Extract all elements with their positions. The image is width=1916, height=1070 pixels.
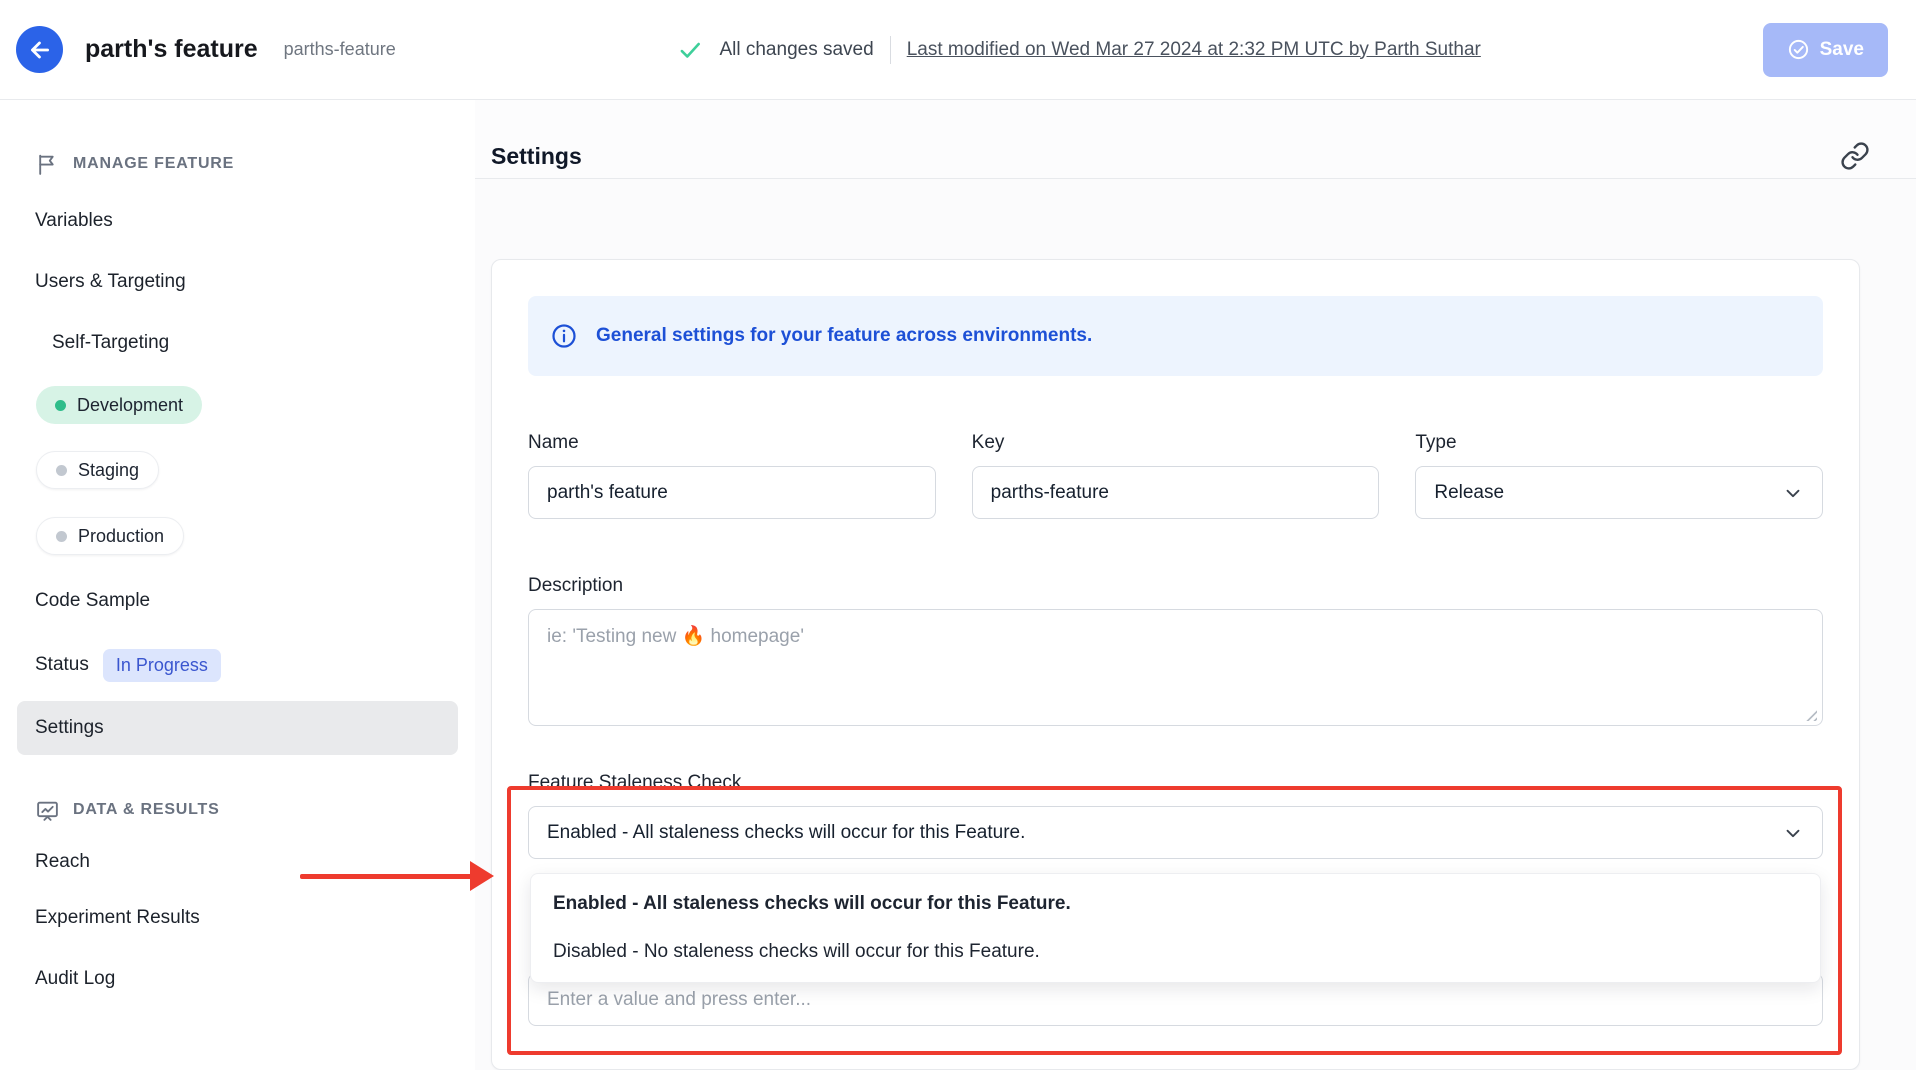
sidebar-item-label: Self-Targeting [52, 332, 169, 354]
sidebar-item-label: Settings [35, 717, 104, 739]
chart-icon [35, 798, 60, 823]
top-bar: parth's feature parths-feature All chang… [0, 0, 1916, 100]
staleness-select[interactable]: Enabled - All staleness checks will occu… [528, 806, 1823, 859]
gray-dot-icon [56, 531, 67, 542]
save-status-group: All changes saved Last modified on Wed M… [677, 36, 1480, 64]
description-label: Description [528, 575, 1823, 597]
page-title: Settings [491, 143, 582, 170]
sidebar-item-status[interactable]: Status In Progress [17, 633, 458, 697]
sidebar-item-label: Status [35, 654, 89, 676]
sidebar-item-staging[interactable]: Staging [17, 437, 458, 503]
status-badge: In Progress [103, 649, 221, 682]
gray-dot-icon [56, 465, 67, 476]
sidebar-item-label: Reach [35, 851, 90, 873]
name-input[interactable] [528, 466, 936, 519]
sidebar: MANAGE FEATURE Variables Users & Targeti… [0, 100, 475, 1070]
settings-header-bar: Settings [475, 100, 1916, 179]
key-input[interactable] [972, 466, 1380, 519]
staleness-option-disabled[interactable]: Disabled - No staleness checks will occu… [531, 928, 1820, 976]
environment-pill-production: Production [36, 517, 184, 555]
name-field-group: Name [528, 432, 936, 519]
back-button[interactable] [16, 26, 63, 73]
arrow-left-icon [27, 37, 53, 63]
sidebar-item-label: Audit Log [35, 968, 115, 990]
sidebar-item-experiment-results[interactable]: Experiment Results [17, 888, 458, 948]
environment-pill-staging: Staging [36, 451, 159, 489]
manage-feature-label: MANAGE FEATURE [73, 155, 234, 173]
sidebar-item-label: Users & Targeting [35, 271, 186, 293]
environment-label: Production [78, 526, 164, 547]
chevron-down-icon [1782, 482, 1804, 504]
sidebar-item-production[interactable]: Production [17, 503, 458, 569]
manage-feature-section-header: MANAGE FEATURE [17, 148, 458, 180]
type-label: Type [1415, 432, 1823, 454]
check-circle-icon [1787, 38, 1810, 61]
type-select-value: Release [1434, 482, 1504, 504]
description-field-group: Description [528, 575, 1823, 731]
link-icon [1840, 141, 1870, 171]
data-results-section-header: DATA & RESULTS [17, 794, 458, 826]
main-content: Settings General se [475, 100, 1916, 1070]
name-label: Name [528, 432, 936, 454]
staleness-section: Feature Staleness Check Enabled - All st… [528, 772, 1823, 1029]
staleness-dropdown: Enabled - All staleness checks will occu… [530, 873, 1821, 983]
green-dot-icon [55, 400, 66, 411]
last-modified-link[interactable]: Last modified on Wed Mar 27 2024 at 2:32… [907, 39, 1481, 61]
flag-icon [35, 152, 60, 177]
divider [890, 36, 891, 64]
data-results-label: DATA & RESULTS [73, 801, 220, 819]
save-button[interactable]: Save [1763, 23, 1888, 77]
environment-label: Development [77, 395, 183, 416]
sidebar-item-variables[interactable]: Variables [17, 190, 458, 251]
staleness-dropdown-area: Enabled - All staleness checks will occu… [528, 873, 1823, 1029]
sidebar-item-settings[interactable]: Settings [17, 701, 458, 755]
sidebar-item-label: Code Sample [35, 590, 150, 612]
sidebar-item-development[interactable]: Development [17, 373, 458, 437]
sidebar-item-code-sample[interactable]: Code Sample [17, 569, 458, 633]
copy-link-button[interactable] [1840, 141, 1870, 171]
type-select[interactable]: Release [1415, 466, 1823, 519]
info-icon [550, 322, 578, 350]
description-textarea[interactable] [528, 609, 1823, 726]
feature-key: parths-feature [284, 39, 396, 60]
sidebar-item-audit-log[interactable]: Audit Log [17, 948, 458, 1009]
sidebar-item-label: Experiment Results [35, 907, 200, 929]
check-icon [677, 37, 703, 63]
settings-card: General settings for your feature across… [491, 259, 1860, 1070]
chevron-down-icon [1782, 822, 1804, 844]
key-label: Key [972, 432, 1380, 454]
saved-status-text: All changes saved [719, 39, 873, 61]
key-field-group: Key [972, 432, 1380, 519]
sidebar-item-reach[interactable]: Reach [17, 836, 458, 888]
staleness-label: Feature Staleness Check [528, 772, 1823, 794]
info-banner-text: General settings for your feature across… [596, 325, 1092, 347]
staleness-option-enabled[interactable]: Enabled - All staleness checks will occu… [531, 880, 1820, 928]
sidebar-item-self-targeting[interactable]: Self-Targeting [17, 312, 458, 373]
type-field-group: Type Release [1415, 432, 1823, 519]
save-button-label: Save [1820, 39, 1864, 61]
staleness-select-value: Enabled - All staleness checks will occu… [547, 822, 1025, 844]
info-banner: General settings for your feature across… [528, 296, 1823, 376]
sidebar-item-users-targeting[interactable]: Users & Targeting [17, 251, 458, 312]
sidebar-item-label: Variables [35, 210, 113, 232]
environment-pill-development: Development [36, 386, 202, 424]
feature-title: parth's feature [85, 35, 258, 64]
environment-label: Staging [78, 460, 139, 481]
